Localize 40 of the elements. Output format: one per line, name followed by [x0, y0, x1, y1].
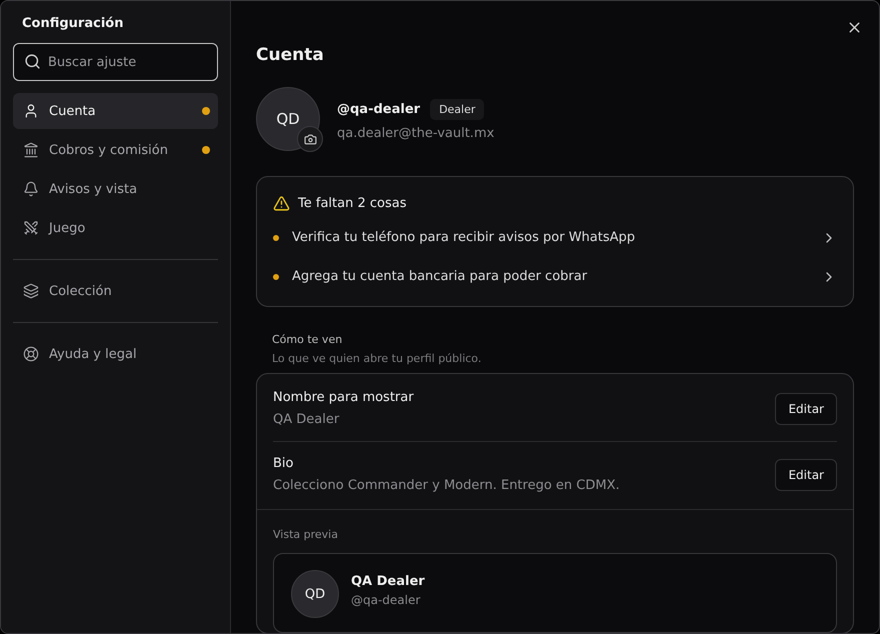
username: @qa-dealer: [337, 102, 420, 117]
edit-button[interactable]: Editar: [775, 458, 837, 490]
sidebar-item[interactable]: Juego: [13, 210, 218, 246]
search-field[interactable]: Buscar ajuste: [13, 43, 218, 81]
avatar-initials: QD: [304, 586, 326, 602]
bullet-dot: [273, 274, 279, 280]
lifebuoy-icon: [23, 346, 39, 362]
sidebar-item[interactable]: Colección: [13, 273, 218, 309]
edit-button[interactable]: Editar: [775, 392, 837, 424]
layers-icon: [23, 283, 39, 299]
bullet-dot: [273, 234, 279, 240]
avatar-initials: QD: [276, 110, 300, 128]
field-label: Nombre para mostrar: [273, 390, 415, 405]
preview-label: Vista previa: [273, 528, 339, 541]
bell-icon: [23, 181, 39, 197]
todo-link[interactable]: Verifica tu teléfono para recibir avisos por WhatsApp: [292, 230, 808, 245]
field-value: QA Dealer: [273, 412, 340, 427]
page-title: Cuenta: [256, 45, 325, 65]
email-text: qa.dealer@the-vault.mx: [337, 126, 494, 141]
search-icon: [24, 53, 41, 70]
sidebar-title: Configuración: [21, 15, 124, 33]
warning-icon: [273, 195, 290, 212]
section-title: Cómo te ven: [271, 333, 344, 346]
display-name: QA Dealer: [351, 574, 425, 589]
sidebar-item[interactable]: Ayuda y legal: [13, 336, 218, 372]
role-badge: Dealer: [430, 99, 484, 120]
section-subtitle: Lo que ve quien abre tu perfil público.: [271, 352, 482, 365]
user-icon: [23, 103, 39, 119]
bank-icon: [23, 142, 39, 158]
field-value: Colecciono Commander y Modern. Entrego en CDMX.: [273, 478, 621, 493]
camera-button[interactable]: [297, 126, 323, 152]
camera-icon: [304, 132, 316, 146]
sidebar-item[interactable]: Avisos y vista: [13, 171, 218, 207]
todo-title: Te faltan 2 cosas: [298, 196, 406, 211]
swords-icon: [23, 220, 39, 236]
sidebar-item[interactable]: Cobros y comisión: [13, 132, 218, 168]
username: @qa-dealer: [351, 593, 422, 607]
field-label: Bio: [273, 456, 294, 471]
sidebar-item[interactable]: Cuenta: [13, 93, 218, 129]
todo-link[interactable]: Agrega tu cuenta bancaria para poder cobrar: [292, 269, 808, 284]
